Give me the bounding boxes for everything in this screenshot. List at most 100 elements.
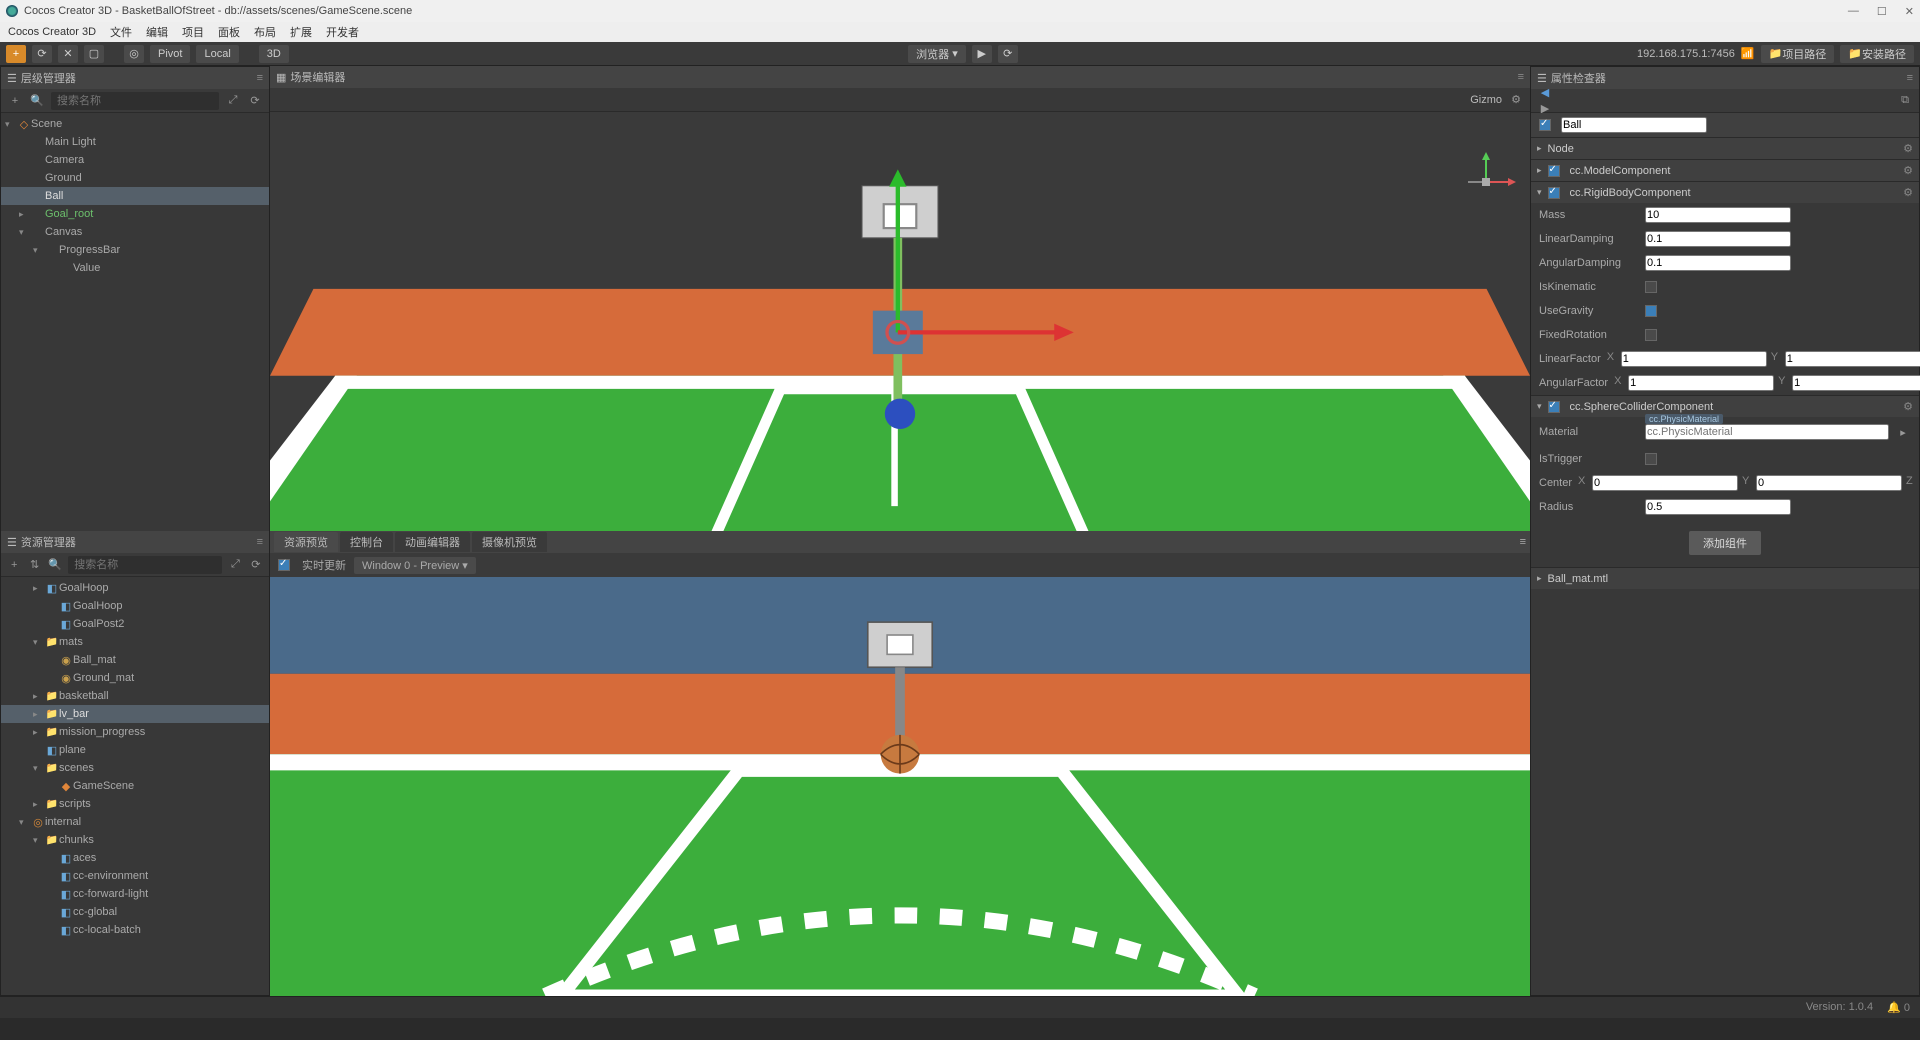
tree-row[interactable]: plane xyxy=(1,741,269,759)
sort-icon[interactable]: ⇅ xyxy=(27,557,41,573)
refresh-button[interactable]: ⟳ xyxy=(32,45,52,63)
linear-damping-input[interactable] xyxy=(1645,231,1791,247)
panel-options-icon[interactable]: ≡ xyxy=(1907,72,1913,84)
tree-row[interactable]: ▾mats xyxy=(1,633,269,651)
node-header[interactable]: ▸Node ⚙ xyxy=(1531,137,1919,159)
tree-row[interactable]: ▸basketball xyxy=(1,687,269,705)
tree-row[interactable]: cc-forward-light xyxy=(1,885,269,903)
tree-row[interactable]: GoalHoop xyxy=(1,597,269,615)
linear-factor-y-input[interactable] xyxy=(1785,351,1920,367)
tree-row[interactable]: ▾Canvas xyxy=(1,223,269,241)
tree-row[interactable]: Main Light xyxy=(1,133,269,151)
back-icon[interactable]: ◀ xyxy=(1537,85,1553,101)
axis-gizmo[interactable] xyxy=(1456,152,1516,212)
project-path-button[interactable]: 📁 项目路径 xyxy=(1761,45,1835,63)
gear-icon[interactable]: ⚙ xyxy=(1903,164,1913,177)
tree-row[interactable]: Ground_mat xyxy=(1,669,269,687)
collapse-icon[interactable]: ⤢ xyxy=(228,557,242,573)
hierarchy-tree[interactable]: ▾SceneMain LightCameraGroundBall▸Goal_ro… xyxy=(1,113,269,531)
tree-row[interactable]: ▾Scene xyxy=(1,115,269,133)
panel-options-icon[interactable]: ≡ xyxy=(257,72,263,84)
add-button[interactable]: + xyxy=(7,93,23,109)
menu-developer[interactable]: 开发者 xyxy=(326,24,359,40)
model-component-header[interactable]: ▸ cc.ModelComponent ⚙ xyxy=(1531,159,1919,181)
ball-mat-header[interactable]: ▸Ball_mat.mtl xyxy=(1531,567,1919,589)
gear-icon[interactable]: ⚙ xyxy=(1903,400,1913,413)
component-enable-checkbox[interactable] xyxy=(1548,187,1560,199)
collapse-icon[interactable]: ⤢ xyxy=(225,93,241,109)
assets-search-input[interactable] xyxy=(68,556,222,574)
rigidbody-component-header[interactable]: ▾ cc.RigidBodyComponent ⚙ xyxy=(1531,181,1919,203)
tree-row[interactable]: ▾internal xyxy=(1,813,269,831)
tree-row[interactable]: GameScene xyxy=(1,777,269,795)
tree-row[interactable]: cc-environment xyxy=(1,867,269,885)
reload-button[interactable]: ⟳ xyxy=(998,45,1018,63)
browse-dropdown[interactable]: 浏览器 ▾ xyxy=(908,45,966,63)
tree-row[interactable]: GoalPost2 xyxy=(1,615,269,633)
preview-window-dropdown[interactable]: Window 0 - Preview ▾ xyxy=(354,557,476,574)
tree-row[interactable]: ▾scenes xyxy=(1,759,269,777)
center-x-input[interactable] xyxy=(1592,475,1738,491)
scale-tool-button[interactable]: ▢ xyxy=(84,45,104,63)
menu-layout[interactable]: 布局 xyxy=(254,24,276,40)
play-button[interactable]: ▶ xyxy=(972,45,992,63)
tree-row[interactable]: ▸mission_progress xyxy=(1,723,269,741)
hierarchy-search-input[interactable] xyxy=(51,92,219,110)
realtime-checkbox[interactable] xyxy=(278,559,290,571)
link-icon[interactable]: ⧉ xyxy=(1897,93,1913,109)
mode-3d-toggle[interactable]: 3D xyxy=(259,45,289,63)
node-enable-checkbox[interactable] xyxy=(1539,119,1551,131)
tree-row[interactable]: ▾chunks xyxy=(1,831,269,849)
menu-panel[interactable]: 面板 xyxy=(218,24,240,40)
menu-file[interactable]: 文件 xyxy=(110,24,132,40)
tab-animation[interactable]: 动画编辑器 xyxy=(395,532,470,552)
gizmo-label[interactable]: Gizmo xyxy=(1470,94,1502,106)
center-y-input[interactable] xyxy=(1756,475,1902,491)
is-kinematic-checkbox[interactable] xyxy=(1645,281,1657,293)
gear-icon[interactable]: ⚙ xyxy=(1903,186,1913,199)
panel-options-icon[interactable]: ≡ xyxy=(257,536,263,548)
install-path-button[interactable]: 📁 安装路径 xyxy=(1840,45,1914,63)
refresh-icon[interactable]: ⟳ xyxy=(249,557,263,573)
close-button[interactable]: ✕ xyxy=(1905,5,1914,18)
panel-options-icon[interactable]: ≡ xyxy=(1518,71,1524,83)
tree-row[interactable]: Ground xyxy=(1,169,269,187)
angular-factor-y-input[interactable] xyxy=(1792,375,1920,391)
local-toggle[interactable]: Local xyxy=(196,45,238,63)
tree-row[interactable]: Ball_mat xyxy=(1,651,269,669)
material-picker-icon[interactable]: ▸ xyxy=(1895,424,1911,440)
add-node-button[interactable]: + xyxy=(6,45,26,63)
tree-row[interactable]: ▸GoalHoop xyxy=(1,579,269,597)
is-trigger-checkbox[interactable] xyxy=(1645,453,1657,465)
refresh-icon[interactable]: ⟳ xyxy=(247,93,263,109)
angular-damping-input[interactable] xyxy=(1645,255,1791,271)
tree-row[interactable]: Camera xyxy=(1,151,269,169)
tree-row[interactable]: ▸Goal_root xyxy=(1,205,269,223)
use-gravity-checkbox[interactable] xyxy=(1645,305,1657,317)
material-input[interactable] xyxy=(1645,424,1889,440)
add-component-button[interactable]: 添加组件 xyxy=(1689,531,1761,555)
pivot-icon[interactable]: ◎ xyxy=(124,45,144,63)
tab-console[interactable]: 控制台 xyxy=(340,532,393,552)
tree-row[interactable]: aces xyxy=(1,849,269,867)
fixed-rotation-checkbox[interactable] xyxy=(1645,329,1657,341)
tree-row[interactable]: Value xyxy=(1,259,269,277)
linear-factor-x-input[interactable] xyxy=(1621,351,1767,367)
menu-extension[interactable]: 扩展 xyxy=(290,24,312,40)
component-enable-checkbox[interactable] xyxy=(1548,401,1560,413)
tab-asset-preview[interactable]: 资源预览 xyxy=(274,532,338,552)
menu-app[interactable]: Cocos Creator 3D xyxy=(8,26,96,38)
tree-row[interactable]: Ball xyxy=(1,187,269,205)
tree-row[interactable]: ▾ProgressBar xyxy=(1,241,269,259)
menu-project[interactable]: 项目 xyxy=(182,24,204,40)
minimize-button[interactable]: — xyxy=(1848,5,1859,18)
gear-icon[interactable]: ⚙ xyxy=(1508,92,1524,108)
tree-row[interactable]: ▸scripts xyxy=(1,795,269,813)
radius-input[interactable] xyxy=(1645,499,1791,515)
pivot-toggle[interactable]: Pivot xyxy=(150,45,190,63)
assets-tree[interactable]: ▸GoalHoopGoalHoopGoalPost2▾matsBall_matG… xyxy=(1,577,269,995)
add-asset-button[interactable]: + xyxy=(7,557,21,573)
notification-icon[interactable]: 🔔 0 xyxy=(1887,1001,1910,1014)
angular-factor-x-input[interactable] xyxy=(1628,375,1774,391)
tree-row[interactable]: ▸lv_bar xyxy=(1,705,269,723)
